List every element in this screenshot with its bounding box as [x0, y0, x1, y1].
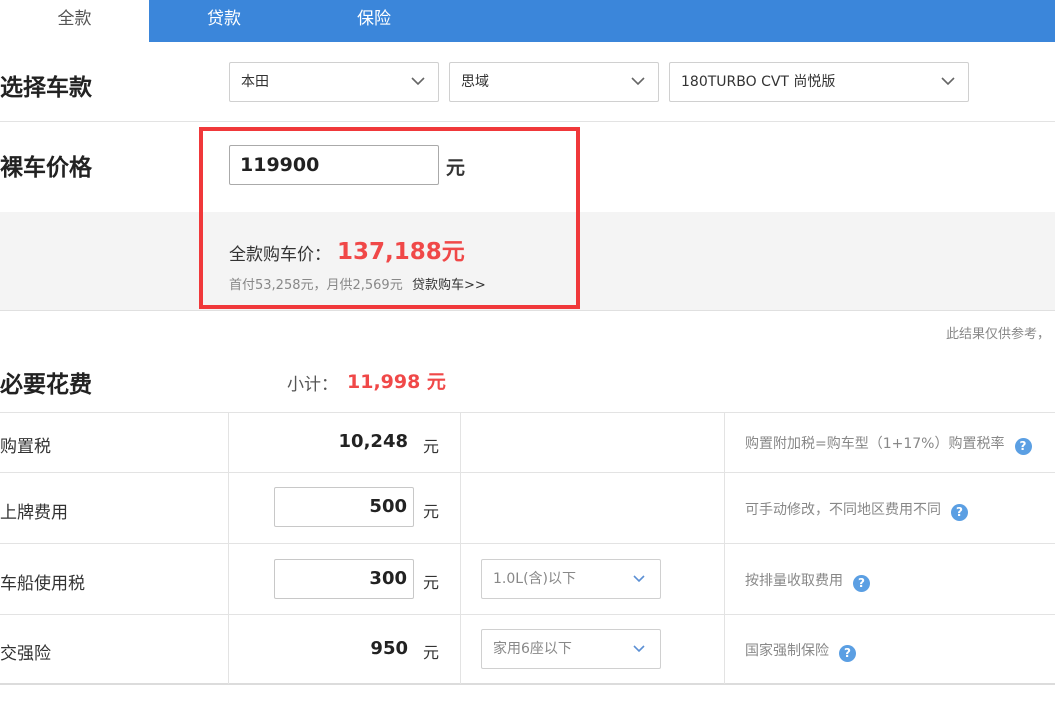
fee-amount: 10,248 [338, 431, 408, 452]
chevron-down-icon [411, 77, 425, 86]
fee-note: 可手动修改，不同地区费用不同? [745, 499, 968, 521]
total-price-value: 137,188元 [337, 239, 465, 265]
fee-note: 按排量收取费用? [745, 570, 870, 592]
fee-unit: 元 [423, 502, 440, 521]
fee-note-text: 购置附加税=购车型（1+17%）购置税率 [745, 436, 1005, 452]
fee-label: 交强险 [0, 644, 51, 664]
tab-loan[interactable]: 贷款 [186, 0, 262, 42]
total-price-label: 全款购车价： [229, 245, 331, 265]
fee-note-text: 按排量收取费用 [745, 573, 843, 589]
bare-price-unit: 元 [446, 157, 466, 179]
fee-unit: 元 [423, 437, 440, 456]
seat-type-select-value: 家用6座以下 [493, 641, 572, 657]
seat-type-select[interactable]: 家用6座以下 [481, 629, 661, 669]
select-model-title: 选择车款 [0, 75, 92, 101]
chevron-down-icon [633, 575, 645, 583]
question-circle-icon[interactable]: ? [839, 645, 856, 662]
fee-unit: 元 [423, 643, 440, 662]
series-select-value: 思域 [461, 74, 489, 90]
question-circle-icon[interactable]: ? [1014, 438, 1032, 455]
fee-note: 购置附加税=购车型（1+17%）购置税率? [745, 433, 1032, 455]
tab-full-payment[interactable]: 全款 [0, 0, 149, 42]
subtotal-value: 11,998 元 [347, 371, 446, 393]
fee-row-vehicle-tax: 车船使用税 300 元 1.0L(含)以下 按排量收取费用? [0, 543, 1055, 614]
fee-row-license-plate: 上牌费用 500 元 可手动修改，不同地区费用不同? [0, 472, 1055, 543]
disclaimer-text: 此结果仅供参考， [946, 327, 1051, 342]
tab-insurance[interactable]: 保险 [336, 0, 412, 42]
trim-select-value: 180TURBO CVT 尚悦版 [681, 74, 836, 90]
fee-unit: 元 [423, 573, 440, 592]
brand-select-value: 本田 [241, 74, 269, 90]
series-select[interactable]: 思域 [449, 62, 659, 102]
chevron-down-icon [631, 77, 645, 86]
fee-row-compulsory-insurance: 交强险 950 元 家用6座以下 国家强制保险? [0, 614, 1055, 683]
total-price-band [0, 212, 1055, 311]
required-fees-title: 必要花费 [0, 372, 92, 398]
fee-note-text: 国家强制保险 [745, 643, 829, 659]
payment-summary: 首付53,258元，月供2,569元 [229, 278, 403, 293]
vehicle-tax-input[interactable]: 300 [274, 559, 414, 599]
license-fee-input[interactable]: 500 [274, 487, 414, 527]
question-circle-icon[interactable]: ? [853, 575, 870, 592]
chevron-down-icon [633, 645, 645, 653]
divider [0, 121, 1055, 122]
displacement-select-value: 1.0L(含)以下 [493, 571, 576, 587]
fee-row-purchase-tax: 购置税 10,248 元 购置附加税=购车型（1+17%）购置税率? [0, 412, 1055, 472]
bare-price-title: 裸车价格 [0, 155, 92, 181]
loan-purchase-link[interactable]: 贷款购车>> [412, 274, 486, 293]
fee-note: 国家强制保险? [745, 640, 856, 662]
fee-label: 上牌费用 [0, 503, 68, 523]
question-circle-icon[interactable]: ? [951, 504, 968, 521]
trim-select[interactable]: 180TURBO CVT 尚悦版 [669, 62, 969, 102]
divider [0, 683, 1055, 685]
brand-select[interactable]: 本田 [229, 62, 439, 102]
fee-label: 车船使用税 [0, 574, 85, 594]
subtotal-label: 小计： [287, 375, 338, 395]
fee-amount: 950 [370, 638, 408, 659]
fee-label: 购置税 [0, 437, 51, 457]
bare-price-input[interactable]: 119900 [229, 145, 439, 185]
chevron-down-icon [941, 77, 955, 86]
displacement-select[interactable]: 1.0L(含)以下 [481, 559, 661, 599]
tab-bar: 全款 贷款 保险 [0, 0, 1055, 42]
fee-note-text: 可手动修改，不同地区费用不同 [745, 502, 941, 518]
